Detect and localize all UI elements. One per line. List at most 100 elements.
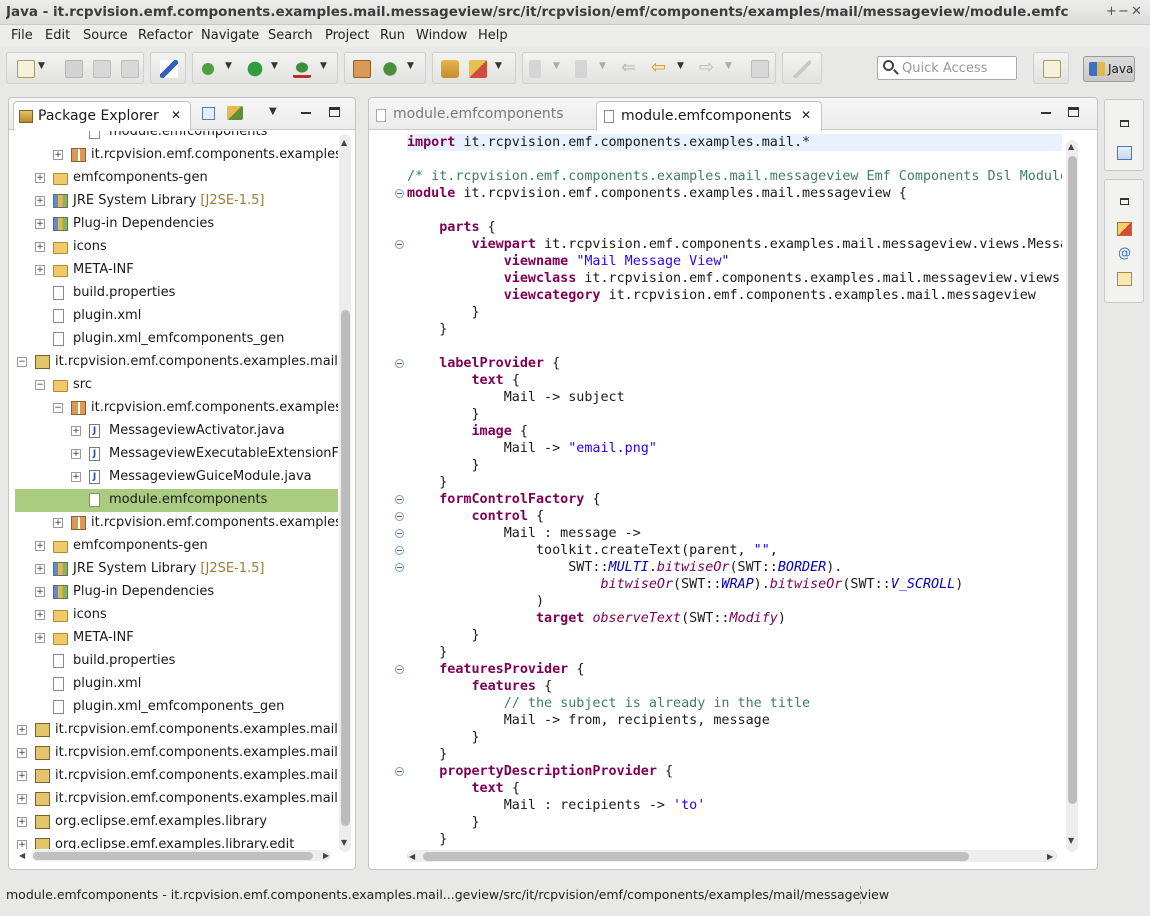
previous-annotation-dropdown-icon[interactable]: ▼ [599,61,606,71]
tree-item[interactable]: + emfcomponents-gen [15,167,338,190]
tree-item[interactable]: + emfcomponents-gen [15,535,338,558]
forward-dropdown-icon[interactable]: ▼ [725,61,732,71]
tree-item[interactable]: + J MessageviewActivator.java [15,420,338,443]
expand-icon[interactable]: + [17,817,27,827]
run-icon[interactable] [246,60,264,78]
next-annotation-dropdown-icon[interactable]: ▼ [553,61,560,71]
menu-help[interactable]: Help [478,28,508,43]
fold-collapse-icon[interactable] [395,240,404,249]
close-window-button[interactable]: ✕ [1131,4,1142,19]
menu-navigate[interactable]: Navigate [201,28,259,43]
scroll-right-icon[interactable]: ▶ [1047,852,1053,861]
view-menu-icon[interactable]: ▼ [269,106,277,117]
tree-item[interactable]: + icons [15,604,338,627]
menu-refactor[interactable]: Refactor [138,28,193,43]
expand-icon[interactable]: + [53,518,63,528]
menu-edit[interactable]: Edit [45,28,70,43]
search-dropdown-icon[interactable]: ▼ [495,61,502,71]
menu-search[interactable]: Search [268,28,313,43]
expand-icon[interactable]: + [17,748,27,758]
restore-icon[interactable] [1120,198,1129,205]
new-dropdown-icon[interactable]: ▼ [38,61,45,71]
menu-run[interactable]: Run [380,28,405,43]
tree-item[interactable]: + META-INF [15,627,338,650]
expand-icon[interactable]: + [71,472,81,482]
expand-icon[interactable]: + [35,610,45,620]
editor-vertical-scroll-thumb[interactable] [1068,156,1077,804]
search-icon[interactable] [469,60,487,78]
debug-icon[interactable] [199,60,217,78]
expand-icon[interactable]: + [35,265,45,275]
new-class-icon[interactable] [381,60,399,78]
open-perspective-icon[interactable] [1043,60,1061,78]
scroll-down-icon[interactable]: ▼ [1068,836,1074,845]
tree-item[interactable]: + Plug-in Dependencies [15,213,338,236]
tree-item[interactable]: + it.rcpvision.emf.components.examples.m [15,512,338,535]
expand-icon[interactable]: + [53,150,63,160]
perspective-java-button[interactable]: Java [1083,56,1135,82]
expand-icon[interactable]: + [35,541,45,551]
fold-collapse-icon[interactable] [395,359,404,368]
declaration-icon[interactable] [1117,272,1132,286]
vertical-scroll-thumb[interactable] [341,310,350,826]
restore-icon[interactable] [1120,120,1129,127]
expand-icon[interactable]: + [17,794,27,804]
tree-item[interactable]: − src [15,374,338,397]
scroll-left-icon[interactable]: ◀ [19,851,25,860]
problems-icon[interactable] [1117,222,1132,236]
fold-collapse-icon[interactable] [395,546,404,555]
menu-project[interactable]: Project [325,28,369,43]
skip-breakpoints-icon[interactable] [160,60,178,78]
previous-annotation-icon[interactable] [575,60,587,78]
menu-window[interactable]: Window [416,28,467,43]
expand-icon[interactable]: + [17,840,27,849]
tree-item[interactable]: plugin.xml_emfcomponents_gen [15,328,338,351]
pin-editor-icon[interactable] [751,60,769,78]
expand-icon[interactable]: + [35,564,45,574]
print-icon[interactable] [121,60,139,78]
run-dropdown-icon[interactable]: ▼ [271,61,278,71]
new-package-icon[interactable] [353,60,371,78]
tree-item[interactable]: module.emfcomponents [15,489,338,512]
expand-icon[interactable]: + [35,242,45,252]
tree-item[interactable]: + it.rcpvision.emf.components.examples.ma… [15,788,338,811]
scroll-left-icon[interactable]: ◀ [409,852,415,861]
new-class-dropdown-icon[interactable]: ▼ [407,61,414,71]
scroll-up-icon[interactable]: ▲ [1068,142,1074,151]
maximize-view-icon[interactable] [329,107,340,117]
next-annotation-icon[interactable] [529,60,541,78]
scroll-up-icon[interactable]: ▲ [341,138,347,147]
close-icon[interactable]: ✕ [801,108,811,122]
tree-item[interactable]: plugin.xml_emfcomponents_gen [15,696,338,719]
scroll-down-icon[interactable]: ▼ [341,838,347,847]
menu-source[interactable]: Source [83,28,128,43]
tree-item[interactable]: + META-INF [15,259,338,282]
tree-item[interactable]: + org.eclipse.emf.examples.library [15,811,338,834]
link-with-editor-icon[interactable] [227,106,243,120]
collapse-icon[interactable]: − [53,403,63,413]
menu-file[interactable]: File [11,28,33,43]
editor-horizontal-scroll-thumb[interactable] [423,852,969,861]
maximize-button[interactable]: + [1106,4,1117,19]
tree-item[interactable]: + it.rcpvision.emf.components.examples.ma… [15,719,338,742]
expand-icon[interactable]: + [17,725,27,735]
save-all-icon[interactable] [93,60,111,78]
horizontal-scroll-thumb[interactable] [33,852,313,860]
tree-item[interactable]: + J MessageviewGuiceModule.java [15,466,338,489]
open-type-icon[interactable] [441,60,459,78]
fold-collapse-icon[interactable] [395,512,404,521]
javadoc-icon[interactable]: @ [1118,246,1131,261]
tree-item[interactable]: module.emfcomponents [15,131,338,144]
expand-icon[interactable]: + [17,771,27,781]
tree-item[interactable]: + it.rcpvision.emf.components.examples.m [15,144,338,167]
tree-item[interactable]: build.properties [15,650,338,673]
external-tools-dropdown-icon[interactable]: ▼ [320,61,327,71]
quick-access-field[interactable]: Quick Access [877,56,1017,80]
minimize-editor-icon[interactable] [1041,112,1051,114]
collapse-icon[interactable]: − [35,380,45,390]
expand-icon[interactable]: + [35,219,45,229]
tree-item[interactable]: + JRE System Library [J2SE-1.5] [15,558,338,581]
tree-item[interactable]: − it.rcpvision.emf.components.examples.ma… [15,351,338,374]
toggle-mark-icon[interactable] [793,60,811,78]
expand-icon[interactable]: + [35,587,45,597]
